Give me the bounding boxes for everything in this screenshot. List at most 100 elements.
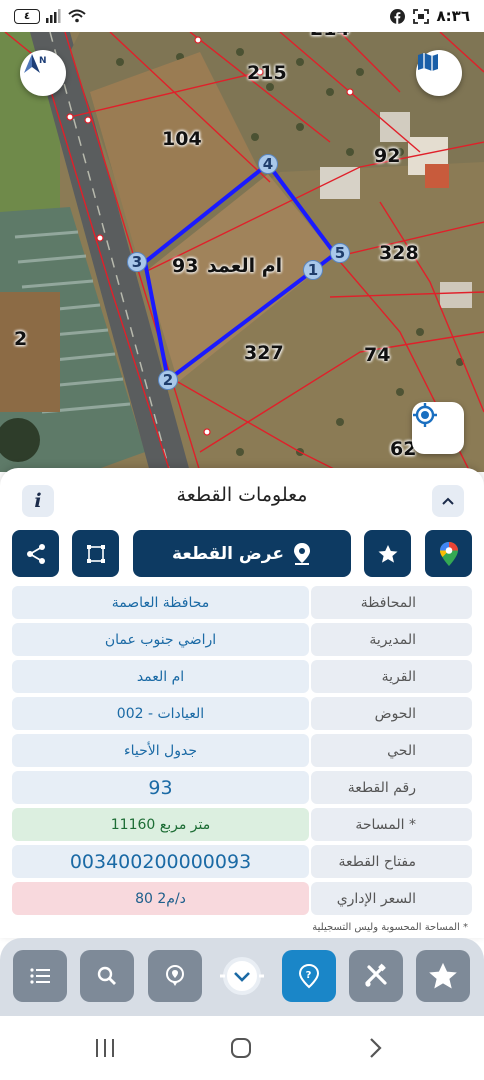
wifi-icon — [68, 9, 86, 23]
admin-price-value: 80 د/م2 — [12, 882, 309, 915]
help-button[interactable]: ? — [282, 950, 336, 1002]
parcel-number-label: رقم القطعة — [311, 771, 472, 804]
status-right: ٨:٣٦ — [389, 7, 470, 25]
search-icon — [97, 966, 116, 985]
polygon-icon — [86, 544, 105, 563]
vertex-2[interactable]: 2 — [158, 370, 178, 390]
directorate-label: المديرية — [311, 623, 472, 656]
share-button[interactable] — [12, 530, 59, 577]
signal-icon — [46, 9, 61, 23]
collapse-toolbar-button[interactable] — [216, 950, 268, 1002]
collapse-button[interactable] — [432, 485, 464, 517]
compass-icon: N — [24, 54, 47, 73]
parcel-number-value: 93 — [12, 771, 309, 804]
village-value: ام العمد — [12, 660, 309, 693]
back-icon — [370, 1038, 382, 1058]
locate-parcel-button[interactable] — [148, 950, 202, 1002]
show-parcel-label: عرض القطعة — [172, 543, 284, 564]
table-row: اراضي جنوب عمان المديرية — [12, 623, 472, 656]
admin-price-label: السعر الإداري — [311, 882, 472, 915]
battery-icon: ٤ — [14, 8, 40, 24]
table-row: 003400200000093 مفتاح القطعة — [12, 845, 472, 878]
panel-title: معلومات القطعة — [176, 484, 308, 506]
neighborhood-label: الحي — [311, 734, 472, 767]
table-row: 80 د/م2 السعر الإداري — [12, 882, 472, 915]
star-icon — [378, 544, 397, 563]
home-button[interactable] — [226, 1034, 256, 1062]
share-icon — [26, 543, 45, 564]
chevron-up-icon — [442, 497, 454, 505]
village-label: القرية — [311, 660, 472, 693]
chevron-down-icon — [220, 957, 264, 995]
facebook-icon — [389, 8, 405, 24]
show-parcel-button[interactable]: عرض القطعة — [133, 530, 351, 577]
parcel-key-value: 003400200000093 — [12, 845, 309, 878]
draw-polygon-button[interactable] — [72, 530, 119, 577]
favorites-button[interactable] — [416, 950, 470, 1002]
parcel-label-2: 2 — [14, 328, 28, 350]
table-row: محافظة العاصمة المحافظة — [12, 586, 472, 619]
vertex-1[interactable]: 1 — [303, 260, 323, 280]
list-icon — [30, 968, 50, 984]
vertex-4[interactable]: 4 — [258, 154, 278, 174]
area-value: 11160 متر مربع — [12, 808, 309, 841]
star-icon — [429, 962, 457, 989]
neighborhood-value: جدول الأحياء — [12, 734, 309, 767]
battery-level: ٤ — [23, 10, 31, 22]
governorate-value: محافظة العاصمة — [12, 586, 309, 619]
svg-text:?: ? — [306, 970, 312, 981]
crosshair-icon — [413, 403, 437, 427]
parcel-label-104: 104 — [162, 128, 202, 150]
screenshot-icon — [412, 8, 429, 24]
help-pin-icon: ? — [298, 963, 320, 989]
parcel-label-93: 93 — [172, 255, 199, 277]
map-layers-button[interactable] — [416, 50, 462, 96]
back-button[interactable] — [360, 1034, 390, 1062]
my-location-button[interactable] — [412, 402, 464, 454]
compass-button[interactable]: N — [20, 50, 66, 96]
directorate-value: اراضي جنوب عمان — [12, 623, 309, 656]
svg-text:N: N — [39, 56, 47, 66]
search-button[interactable] — [80, 950, 134, 1002]
home-icon — [231, 1038, 251, 1058]
satellite-map[interactable]: 214 215 104 92 328 93 ام العمد 327 74 2 … — [0, 32, 484, 472]
status-bar: ٤ ٨:٣٦ — [0, 0, 484, 32]
parcel-label-92: 92 — [374, 145, 401, 167]
parcel-key-label: مفتاح القطعة — [311, 845, 472, 878]
table-row: 93 رقم القطعة — [12, 771, 472, 804]
governorate-label: المحافظة — [311, 586, 472, 619]
village-label: ام العمد — [207, 255, 283, 277]
system-navigation-bar — [0, 1016, 484, 1080]
bottom-toolbar: ? — [0, 938, 484, 1016]
basin-value: العيادات - 002 — [12, 697, 309, 730]
table-row: جدول الأحياء الحي — [12, 734, 472, 767]
parcel-label-214: 214 — [310, 32, 350, 40]
parcel-label-327: 327 — [244, 342, 284, 364]
parcel-label-74: 74 — [364, 344, 391, 366]
panel-header: i معلومات القطعة — [0, 468, 484, 526]
google-maps-button[interactable] — [425, 530, 472, 577]
location-pin-icon — [166, 965, 184, 986]
tools-button[interactable] — [349, 950, 403, 1002]
area-footnote: * المساحة المحسوبة وليس التسجيلية — [312, 922, 468, 933]
table-row: ام العمد القرية — [12, 660, 472, 693]
parcel-label-328: 328 — [379, 242, 419, 264]
google-maps-icon — [439, 541, 458, 566]
basin-label: الحوض — [311, 697, 472, 730]
recent-apps-button[interactable] — [90, 1034, 120, 1062]
list-button[interactable] — [13, 950, 67, 1002]
table-row: 11160 متر مربع المساحة * — [12, 808, 472, 841]
parcel-label-215: 215 — [247, 62, 287, 84]
location-pin-icon — [293, 542, 310, 565]
table-row: العيادات - 002 الحوض — [12, 697, 472, 730]
action-row: عرض القطعة — [12, 530, 472, 578]
status-left: ٤ — [14, 8, 86, 24]
parcel-info-panel: i معلومات القطعة عرض القطعة محافظة العاص… — [0, 468, 484, 938]
vertex-3[interactable]: 3 — [127, 252, 147, 272]
recent-apps-icon — [96, 1039, 114, 1057]
map-icon — [418, 53, 438, 71]
area-label: المساحة * — [311, 808, 472, 841]
vertex-5[interactable]: 5 — [330, 243, 350, 263]
favorite-button[interactable] — [364, 530, 411, 577]
tools-icon — [365, 963, 387, 987]
